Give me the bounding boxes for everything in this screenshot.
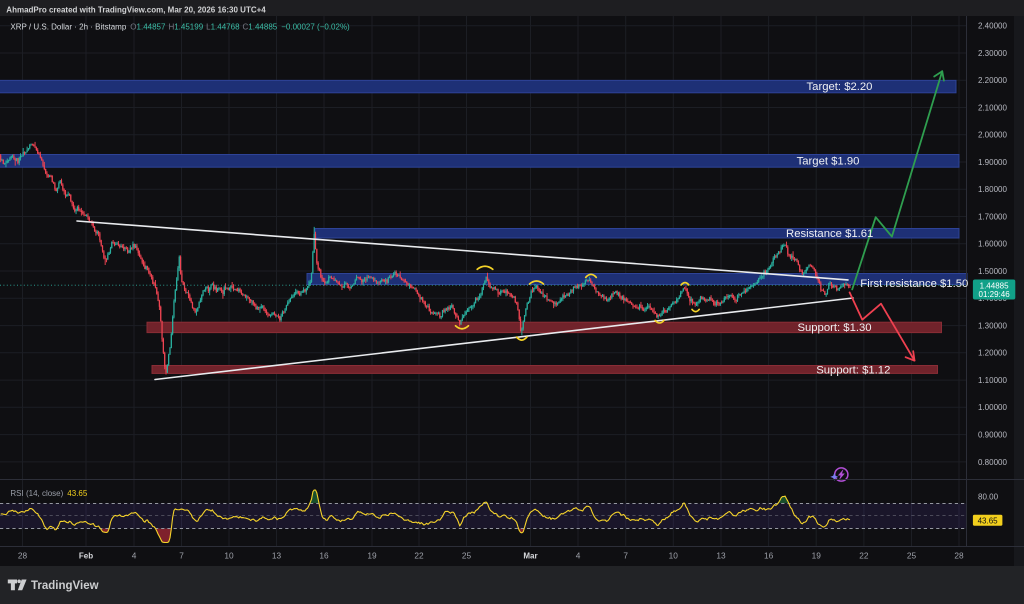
svg-text:1.00000: 1.00000 <box>978 403 1007 412</box>
svg-text:80.00: 80.00 <box>978 493 999 502</box>
svg-text:10: 10 <box>224 551 234 561</box>
svg-text:XRP / U.S. Dollar · 2h · Bitst: XRP / U.S. Dollar · 2h · BitstampO1.4485… <box>10 22 350 31</box>
svg-text:2.30000: 2.30000 <box>978 49 1007 58</box>
svg-text:Mar: Mar <box>523 552 537 561</box>
svg-text:19: 19 <box>367 551 377 561</box>
svg-text:0.80000: 0.80000 <box>978 458 1007 467</box>
svg-text:16: 16 <box>764 551 774 561</box>
svg-text:28: 28 <box>18 551 28 561</box>
svg-text:1.70000: 1.70000 <box>978 212 1007 221</box>
svg-text:43.65: 43.65 <box>978 516 999 525</box>
svg-text:2.40000: 2.40000 <box>978 22 1007 31</box>
svg-text:13: 13 <box>716 551 726 561</box>
svg-text:2.00000: 2.00000 <box>978 131 1007 140</box>
svg-text:16: 16 <box>319 551 329 561</box>
svg-text:13: 13 <box>272 551 282 561</box>
svg-text:4: 4 <box>576 551 581 561</box>
svg-text:First resistance $1.50: First resistance $1.50 <box>860 278 968 290</box>
svg-text:1.50000: 1.50000 <box>978 267 1007 276</box>
svg-text:1.80000: 1.80000 <box>978 185 1007 194</box>
svg-text:Resistance $1.61: Resistance $1.61 <box>786 228 873 240</box>
svg-text:4: 4 <box>132 551 137 561</box>
svg-text:22: 22 <box>859 551 869 561</box>
svg-text:1.90000: 1.90000 <box>978 158 1007 167</box>
svg-text:RSI (14, close)43.65: RSI (14, close)43.65 <box>10 489 87 498</box>
svg-text:25: 25 <box>462 551 472 561</box>
svg-text:0.90000: 0.90000 <box>978 431 1007 440</box>
svg-text:Support: $1.12: Support: $1.12 <box>816 365 890 377</box>
svg-text:2.20000: 2.20000 <box>978 76 1007 85</box>
svg-text:25: 25 <box>907 551 917 561</box>
svg-text:1.30000: 1.30000 <box>978 322 1007 331</box>
svg-text:AhmadPro created with TradingV: AhmadPro created with TradingView.com, M… <box>6 5 266 14</box>
svg-text:Target: $2.20: Target: $2.20 <box>807 81 873 93</box>
svg-text:19: 19 <box>812 551 822 561</box>
svg-text:1.20000: 1.20000 <box>978 349 1007 358</box>
svg-text:TradingView: TradingView <box>31 580 99 592</box>
svg-text:Target $1.90: Target $1.90 <box>797 156 860 168</box>
svg-text:22: 22 <box>414 551 424 561</box>
svg-text:10: 10 <box>669 551 679 561</box>
svg-text:Support: $1.30: Support: $1.30 <box>797 322 871 334</box>
svg-text:7: 7 <box>179 551 184 561</box>
svg-text:1.60000: 1.60000 <box>978 240 1007 249</box>
svg-text:2.10000: 2.10000 <box>978 103 1007 112</box>
svg-text:7: 7 <box>623 551 628 561</box>
svg-text:01:29:46: 01:29:46 <box>979 290 1011 299</box>
svg-text:28: 28 <box>954 551 964 561</box>
svg-text:1.10000: 1.10000 <box>978 376 1007 385</box>
svg-text:Feb: Feb <box>79 552 93 561</box>
